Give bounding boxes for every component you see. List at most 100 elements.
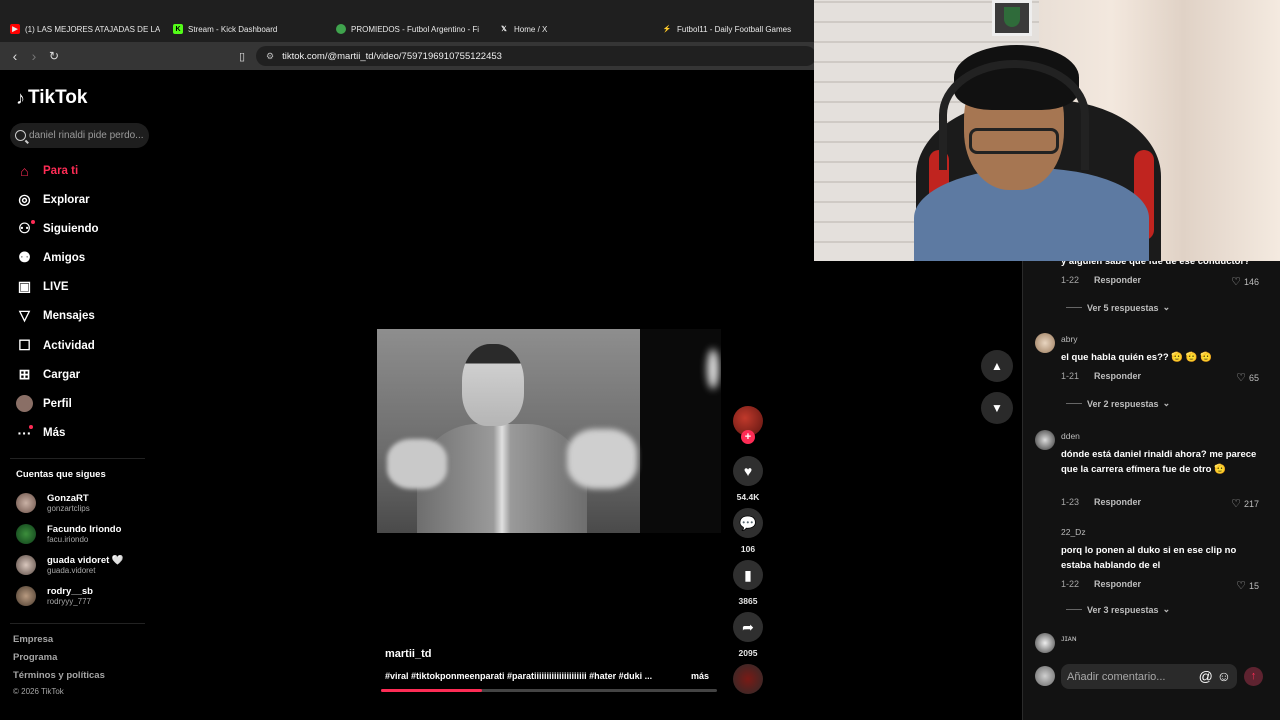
address-bar[interactable]: ⚙ tiktok.com/@martii_td/video/75971969107… (256, 46, 816, 66)
browser-tab[interactable]: K Stream - Kick Dashboard (173, 16, 323, 42)
arrow-up-icon: ↑ (1250, 670, 1257, 682)
forward-icon[interactable]: › (25, 47, 43, 65)
footer-link[interactable]: Empresa (13, 634, 53, 645)
browser-tab[interactable]: PROMIEDOS - Futbol Argentino - Fi (336, 16, 481, 42)
nav-mensajes[interactable]: ▽ Mensajes (16, 307, 95, 324)
profile-avatar-icon (16, 395, 33, 412)
comment-icon: 💬 (733, 508, 763, 538)
avatar[interactable] (1035, 633, 1055, 653)
notification-dot (29, 425, 33, 429)
activity-icon: ☐ (18, 337, 31, 353)
like-button[interactable]: ♥ 54.4K (733, 456, 763, 502)
bookmark-icon: ▮ (733, 560, 763, 590)
wall-frame (992, 0, 1032, 36)
following-icon: ⚇ (16, 220, 35, 237)
view-replies[interactable]: Ver 2 respuestas ⌄ (1066, 398, 1170, 409)
nav-explorar[interactable]: ◎ Explorar (16, 191, 89, 208)
view-replies[interactable]: Ver 5 respuestas ⌄ (1066, 302, 1170, 313)
avatar[interactable] (1035, 430, 1055, 450)
comment-like[interactable]: ♡ 146 (1231, 275, 1259, 288)
heart-outline-icon: ♡ (1231, 276, 1241, 288)
nav-para-ti[interactable]: ⌂ Para ti (16, 162, 78, 179)
video-author[interactable]: martii_td (385, 648, 431, 660)
following-account[interactable]: Facundo Iriondo facu.iriondo (16, 524, 121, 544)
emoji-icon[interactable]: ☺ (1217, 668, 1231, 684)
share-button[interactable]: ➦ 2095 (733, 612, 763, 658)
nav-cargar[interactable]: ⊞ Cargar (16, 366, 80, 383)
chevron-down-icon: ⌄ (1162, 398, 1171, 408)
footer-link[interactable]: Términos y políticas (13, 670, 105, 681)
heart-outline-icon: ♡ (1231, 498, 1241, 510)
avatar[interactable] (1035, 526, 1055, 546)
nav-actividad[interactable]: ☐ Actividad (16, 337, 95, 354)
reply-button[interactable]: Responder (1094, 497, 1141, 507)
progress-fill (381, 689, 482, 692)
more-icon: ··· (17, 424, 33, 441)
previous-video-button[interactable]: ▲ (981, 350, 1013, 382)
reply-button[interactable]: Responder (1094, 275, 1141, 285)
tiktok-logo[interactable]: ♪ TikTok (16, 87, 87, 109)
compass-icon: ◎ (18, 191, 31, 207)
comment-user[interactable]: 22_Dz (1061, 527, 1086, 537)
footer-link[interactable]: Programa (13, 652, 57, 663)
comment-like[interactable]: ♡ 217 (1231, 497, 1259, 510)
save-button[interactable]: ▮ 3865 (733, 560, 763, 606)
reply-button[interactable]: Responder (1094, 579, 1141, 589)
following-account[interactable]: guada vidoret 🤍 guada.vidoret (16, 555, 124, 575)
comment-input[interactable]: Añadir comentario... @ ☺ (1061, 664, 1237, 689)
music-disc-icon[interactable] (733, 664, 763, 694)
nav-siguiendo[interactable]: ⚇ Siguiendo (16, 220, 99, 237)
comment-user[interactable]: ᴊɪᴀɴ (1061, 633, 1077, 643)
following-account[interactable]: GonzaRT gonzartclips (16, 493, 90, 513)
chevron-down-icon: ⌄ (1162, 302, 1171, 312)
comment-meta: 1-22 Responder (1061, 579, 1142, 589)
site-info-icon[interactable]: ⚙ (266, 51, 274, 62)
avatar[interactable] (1035, 333, 1055, 353)
reply-button[interactable]: Responder (1094, 371, 1141, 381)
follow-plus-icon[interactable]: + (741, 430, 755, 444)
live-icon: ▣ (17, 278, 32, 294)
heart-outline-icon: ♡ (1236, 580, 1246, 592)
comment-meta: 1-23 Responder (1061, 497, 1142, 507)
comment-user[interactable]: abry (1061, 334, 1078, 344)
comment-text: el que habla quién es?? 🫡 🫡 🫡 (1061, 352, 1213, 363)
browser-tab[interactable]: ⚡ Futbol11 - Daily Football Games (662, 16, 814, 42)
upload-icon: ⊞ (18, 366, 31, 382)
video-progress[interactable] (381, 689, 717, 692)
nav-amigos[interactable]: ⚉ Amigos (16, 249, 85, 266)
bookmark-icon[interactable]: ▯ (233, 47, 251, 65)
mention-icon[interactable]: @ (1199, 668, 1213, 684)
search-icon (15, 130, 26, 141)
comment-like[interactable]: ♡ 15 (1236, 579, 1259, 592)
webcam-overlay (814, 0, 1280, 261)
following-account[interactable]: rodry__sb rodryyy_777 (16, 586, 93, 606)
comment-like[interactable]: ♡ 65 (1236, 371, 1259, 384)
nav-live[interactable]: ▣ LIVE (16, 278, 69, 295)
comment-button[interactable]: 💬 106 (733, 508, 763, 554)
chevron-up-icon: ▲ (991, 359, 1003, 373)
next-video-button[interactable]: ▼ (981, 392, 1013, 424)
view-replies[interactable]: Ver 3 respuestas ⌄ (1066, 604, 1170, 615)
more-button[interactable]: más (691, 671, 709, 681)
promiedos-icon (336, 24, 346, 34)
divider (10, 458, 145, 459)
avatar (16, 586, 36, 606)
heart-outline-icon: ♡ (1236, 372, 1246, 384)
comment-user[interactable]: dden (1061, 431, 1080, 441)
chevron-down-icon: ⌄ (1162, 604, 1171, 614)
following-title: Cuentas que sigues (16, 469, 106, 480)
x-icon: 𝕏 (501, 26, 507, 33)
nav-mas[interactable]: ··· Más (16, 424, 66, 441)
comment-text: dónde está daniel rinaldi ahora? me pare… (1061, 449, 1257, 475)
futbol11-icon: ⚡ (662, 26, 672, 33)
browser-tab[interactable]: ▶ (1) LAS MEJORES ATAJADAS DE LA H (10, 16, 160, 42)
youtube-icon: ▶ (10, 24, 20, 34)
back-icon[interactable]: ‹ (6, 47, 24, 65)
send-button[interactable]: ↑ (1244, 667, 1263, 686)
video-player[interactable] (377, 329, 721, 533)
nav-perfil[interactable]: Perfil (16, 395, 72, 412)
video-caption: #viral #tiktokponmeenparati #paratiiiiii… (385, 671, 710, 681)
browser-tab[interactable]: 𝕏 Home / X (499, 16, 649, 42)
search-input[interactable]: daniel rinaldi pide perdo... (10, 123, 149, 148)
reload-icon[interactable]: ↻ (45, 47, 63, 65)
